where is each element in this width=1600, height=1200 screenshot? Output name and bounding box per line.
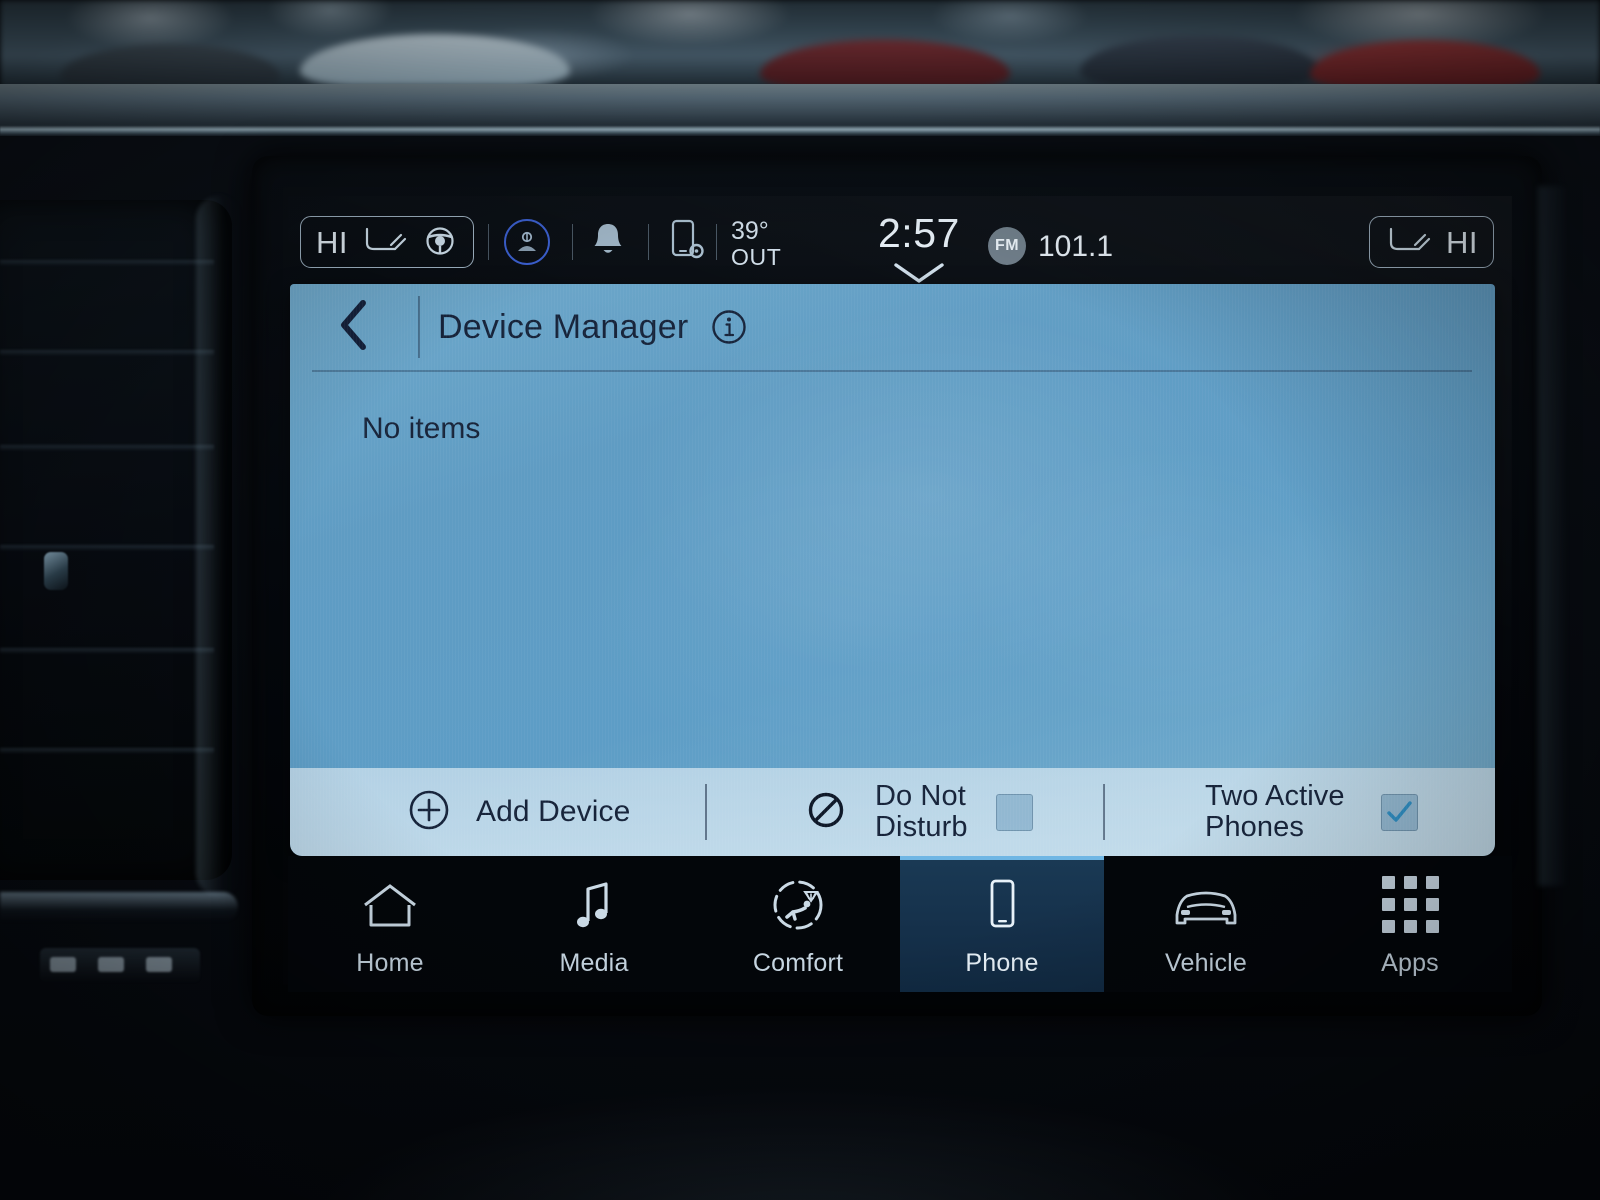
steering-wheel-heat-icon — [422, 223, 458, 262]
voice-assistant-button[interactable] — [502, 217, 552, 267]
apps-grid-icon — [1381, 876, 1439, 933]
hi-level-label-right: HI — [1446, 224, 1478, 260]
seat-heat-icon-right — [1385, 223, 1433, 262]
clock[interactable]: 2:57 — [878, 210, 960, 257]
comfort-seat-icon — [769, 877, 827, 933]
outside-temperature: 39° OUT — [731, 217, 781, 271]
nav-label-comfort: Comfort — [752, 948, 844, 977]
info-icon[interactable] — [710, 308, 748, 346]
nav-item-apps[interactable]: Apps — [1308, 856, 1512, 992]
nav-label-home: Home — [356, 948, 424, 977]
hi-level-label-left: HI — [316, 224, 348, 260]
windshield-background — [0, 0, 1600, 96]
notifications-button[interactable] — [584, 218, 632, 266]
car-icon — [1167, 877, 1245, 933]
nav-label-apps: Apps — [1381, 948, 1439, 977]
infotainment-screen: HI 39° OUT 2:57 FM 101.1 HI Device Manag… — [288, 196, 1512, 992]
temperature-value: 39° — [731, 217, 769, 245]
dash-lower-trim — [0, 892, 238, 922]
back-button[interactable] — [290, 284, 418, 370]
temperature-label: OUT — [731, 244, 782, 270]
two-active-phones-checkbox[interactable] — [1380, 793, 1418, 831]
bell-icon — [589, 220, 627, 265]
nav-item-home[interactable]: Home — [288, 856, 492, 992]
nav-item-vehicle[interactable]: Vehicle — [1104, 856, 1308, 992]
two-phones-line-2: Phones — [1205, 811, 1304, 843]
nav-label-vehicle: Vehicle — [1164, 948, 1247, 977]
do-not-disturb-icon — [805, 789, 847, 836]
infotainment-photo: HI 39° OUT 2:57 FM 101.1 HI Device Manag… — [0, 0, 1600, 1200]
status-bar: HI 39° OUT 2:57 FM 101.1 HI — [288, 196, 1512, 284]
two-phones-line-1: Two Active — [1205, 779, 1345, 812]
driver-seat-climate-control[interactable]: HI — [300, 216, 474, 268]
hvac-button-strip — [40, 948, 200, 982]
page-title: Device Manager — [438, 307, 689, 346]
add-device-button[interactable]: Add Device — [290, 768, 707, 856]
main-navigation-bar: Home Media Comfort Phone Vehicle Apps — [288, 856, 1512, 992]
radio-band-badge[interactable]: FM — [988, 227, 1026, 265]
vent-knob — [44, 552, 68, 590]
radio-frequency[interactable]: 101.1 — [1038, 230, 1113, 264]
do-not-disturb-label: Do Not Disturb — [875, 779, 968, 844]
two-active-phones-toggle[interactable]: Two Active Phones — [1105, 768, 1495, 856]
two-active-phones-label: Two Active Phones — [1205, 779, 1345, 844]
device-manager-panel: Device Manager No items Add Device Do No… — [290, 284, 1495, 856]
dashboard-chrome-trim — [0, 126, 1600, 136]
nav-item-phone[interactable]: Phone — [900, 856, 1104, 992]
device-settings-button[interactable] — [662, 216, 712, 268]
title-separator — [418, 296, 420, 358]
home-icon — [360, 877, 420, 933]
chevron-left-icon — [336, 298, 372, 357]
panel-title-bar: Device Manager — [290, 284, 1495, 370]
bezel-edge-highlight — [1538, 186, 1568, 886]
do-not-disturb-toggle[interactable]: Do Not Disturb — [707, 768, 1105, 856]
voice-assistant-icon — [504, 219, 550, 265]
do-not-disturb-checkbox[interactable] — [995, 793, 1033, 831]
nav-label-phone: Phone — [965, 948, 1039, 977]
nav-item-comfort[interactable]: Comfort — [696, 856, 900, 992]
dnd-line-2: Disturb — [875, 811, 968, 843]
seat-heat-icon — [361, 223, 409, 262]
nav-label-media: Media — [559, 948, 629, 977]
plus-circle-icon — [408, 789, 450, 836]
phone-icon — [982, 877, 1022, 933]
vent-edge-highlight — [196, 196, 242, 896]
title-rule — [312, 370, 1472, 372]
add-device-label: Add Device — [476, 794, 631, 828]
phone-settings-icon — [669, 217, 705, 268]
dnd-line-1: Do Not — [875, 779, 966, 812]
nav-item-media[interactable]: Media — [492, 856, 696, 992]
passenger-seat-climate-control[interactable]: HI — [1369, 216, 1494, 268]
music-note-icon — [570, 877, 618, 933]
empty-state-message: No items — [362, 412, 481, 445]
checkmark-icon — [1387, 801, 1412, 822]
panel-action-bar: Add Device Do Not Disturb Two Active Pho… — [290, 768, 1495, 856]
